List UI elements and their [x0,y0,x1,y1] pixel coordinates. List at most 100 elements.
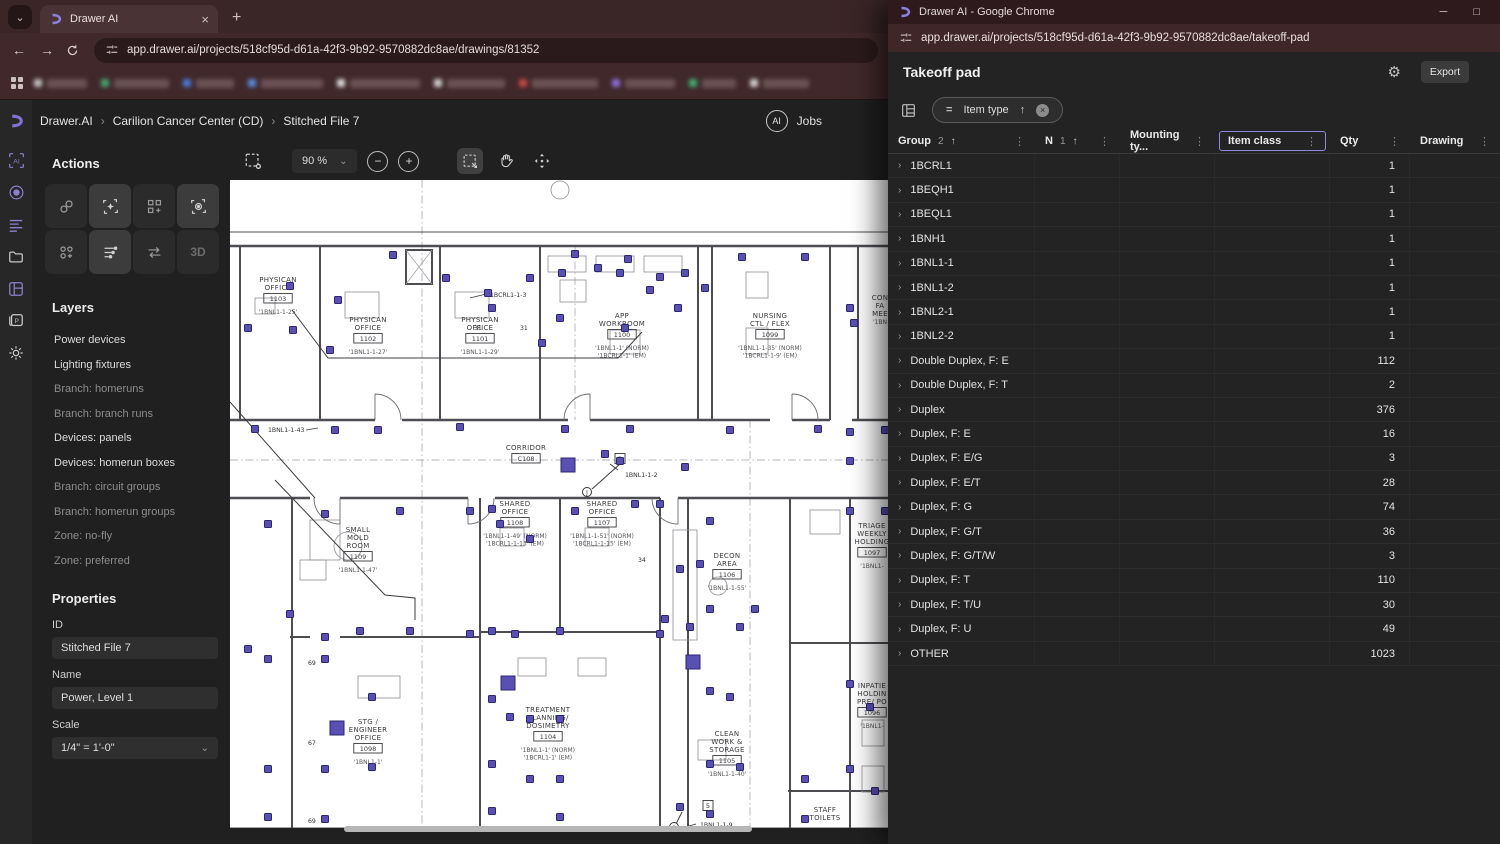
sort-asc-icon[interactable]: ↑ [951,136,956,147]
table-row[interactable]: › Duplex, F: T 110 [888,568,1500,594]
device-marker[interactable] [526,274,534,282]
action-ai-detect[interactable] [89,184,131,228]
expand-chevron-icon[interactable]: › [898,355,901,366]
tab-close-icon[interactable]: × [201,12,209,27]
column-header-n[interactable]: N 1 ↑ ⋮ [1035,128,1120,154]
action-view-3d[interactable]: 3D [177,230,219,274]
reload-icon[interactable] [66,44,84,57]
device-marker[interactable] [321,815,329,823]
kebab-menu-icon[interactable]: ⋮ [1306,135,1317,148]
layer-item[interactable]: Zone: preferred [52,549,230,574]
device-marker[interactable] [706,517,714,525]
layer-item[interactable]: Branch: branch runs [52,402,230,427]
table-row[interactable]: › Duplex, F: E 16 [888,422,1500,447]
device-marker[interactable] [846,765,854,773]
zoom-out-button[interactable]: − [367,150,389,172]
table-row[interactable]: › 1BEQL1 1 [888,202,1500,228]
column-header-qty[interactable]: Qty ⋮ [1330,128,1410,154]
list-icon[interactable] [8,216,25,233]
device-marker[interactable] [701,284,709,292]
expand-chevron-icon[interactable]: › [898,258,901,269]
device-marker[interactable] [801,775,809,783]
device-marker[interactable] [511,630,519,638]
drawer-logo-icon[interactable] [8,112,25,129]
kebab-menu-icon[interactable]: ⋮ [1014,135,1025,148]
device-marker[interactable] [656,630,664,638]
device-marker[interactable] [466,507,474,515]
expand-chevron-icon[interactable]: › [898,185,901,196]
action-filter-lines[interactable] [89,230,131,274]
device-marker[interactable] [674,304,682,312]
device-marker[interactable] [286,282,294,290]
device-marker[interactable] [706,605,714,613]
layer-item[interactable]: Branch: homerun groups [52,500,230,525]
device-marker[interactable] [616,269,624,277]
breadcrumb-item[interactable]: Drawer.AI [40,114,93,128]
expand-chevron-icon[interactable]: › [898,428,901,439]
device-marker[interactable] [738,253,746,261]
table-row[interactable]: › Duplex, F: G/T/W 3 [888,544,1500,569]
device-marker[interactable] [484,289,492,297]
device-marker[interactable] [466,630,474,638]
device-marker[interactable] [368,763,376,771]
sort-asc-icon[interactable]: ↑ [1020,104,1026,116]
device-marker[interactable] [244,324,252,332]
tune-icon[interactable] [106,44,118,56]
table-row[interactable]: › Double Duplex, F: E 112 [888,349,1500,374]
column-header-mounting-type[interactable]: Mounting ty... ⋮ [1120,128,1215,154]
device-marker[interactable] [488,760,496,768]
expand-chevron-icon[interactable]: › [898,502,901,513]
device-marker[interactable] [556,715,564,723]
table-row[interactable]: › 1BNL2-2 1 [888,324,1500,350]
folder-icon[interactable] [8,248,25,265]
device-marker[interactable] [626,425,634,433]
zoom-in-button[interactable]: + [398,150,420,172]
tune-icon[interactable] [900,32,912,44]
layer-item[interactable]: Zone: no-fly [52,524,230,549]
browser-tab[interactable]: Drawer AI × [40,5,218,33]
detections-icon[interactable] [8,184,25,201]
table-row[interactable]: › 1BNH1 1 [888,227,1500,252]
device-marker[interactable] [801,253,809,261]
table-row[interactable]: › Duplex, F: E/G 3 [888,446,1500,472]
expand-chevron-icon[interactable]: › [898,404,901,415]
action-transfer[interactable] [133,230,175,274]
device-marker[interactable] [736,763,744,771]
device-marker[interactable] [846,457,854,465]
device-marker[interactable] [456,423,464,431]
remove-filter-icon[interactable]: × [1036,103,1050,117]
device-marker[interactable] [321,655,329,663]
device-marker[interactable] [846,507,854,515]
device-marker[interactable] [616,457,624,465]
url-bar[interactable]: app.drawer.ai/projects/518cf95d-d61a-42f… [94,37,878,63]
device-marker[interactable] [326,346,334,354]
device-marker[interactable] [561,425,569,433]
device-marker[interactable] [251,425,259,433]
table-row[interactable]: › 1BNL2-1 1 [888,300,1500,325]
layer-item[interactable]: Lighting fixtures [52,353,230,378]
device-marker[interactable] [488,505,496,513]
device-marker[interactable] [871,787,879,795]
device-marker[interactable] [726,426,734,434]
kebab-menu-icon[interactable]: ⋮ [1479,135,1490,148]
panel-marker[interactable] [500,675,516,691]
filter-chip-item-type[interactable]: = Item type ↑ × [932,97,1064,123]
device-marker[interactable] [866,703,874,711]
expand-chevron-icon[interactable]: › [898,526,901,537]
device-marker[interactable] [488,627,496,635]
expand-chevron-icon[interactable]: › [898,599,901,610]
kebab-menu-icon[interactable]: ⋮ [1099,135,1110,148]
device-marker[interactable] [681,463,689,471]
device-marker[interactable] [801,815,809,823]
settings-gear-icon[interactable] [8,344,25,361]
device-marker[interactable] [368,693,376,701]
expand-chevron-icon[interactable]: › [898,331,901,342]
device-marker[interactable] [846,680,854,688]
device-marker[interactable] [244,645,252,653]
bookmark-item[interactable] [434,78,505,88]
device-marker[interactable] [594,264,602,272]
export-button[interactable]: Export [1421,61,1469,83]
column-header-group[interactable]: Group 2 ↑ ⋮ [888,128,1035,154]
table-row[interactable]: › Duplex, F: G/T 36 [888,519,1500,545]
device-marker[interactable] [850,319,858,327]
